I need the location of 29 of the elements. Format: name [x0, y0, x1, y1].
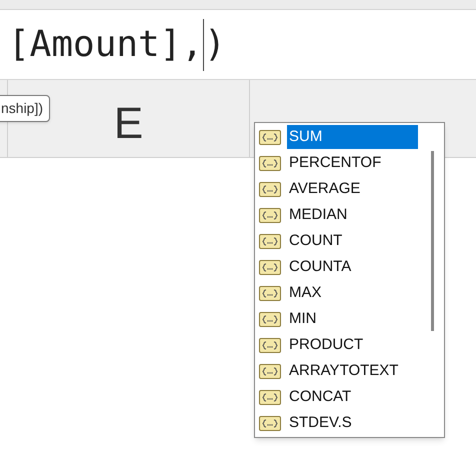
function-icon: [259, 390, 281, 404]
function-icon: [259, 416, 281, 430]
function-icon: [259, 286, 281, 300]
function-icon: [259, 338, 281, 352]
function-icon: [259, 260, 281, 274]
formula-text: ): [204, 22, 226, 66]
function-icon: [259, 156, 281, 170]
function-item[interactable]: COUNTA: [259, 254, 418, 280]
function-item[interactable]: MEDIAN: [259, 202, 418, 228]
function-item[interactable]: ARRAYTOTEXT: [259, 358, 418, 384]
function-icon: [259, 312, 281, 326]
function-item[interactable]: COUNT: [259, 228, 418, 254]
function-item[interactable]: PRODUCT: [259, 332, 418, 358]
function-item[interactable]: MIN: [259, 306, 418, 332]
function-icon: [259, 182, 281, 196]
function-item[interactable]: MAX: [259, 280, 418, 306]
function-item[interactable]: CONCAT: [259, 384, 418, 410]
function-item[interactable]: PERCENTOF: [259, 150, 418, 176]
function-icon: [259, 364, 281, 378]
scrollbar-thumb[interactable]: [431, 151, 434, 331]
function-icon: [259, 234, 281, 248]
formula-text: [Amount],: [8, 22, 204, 66]
column-header[interactable]: E: [114, 90, 144, 156]
text-cursor: [203, 18, 204, 70]
function-item[interactable]: STDEV.S: [259, 410, 418, 436]
function-icon: [259, 130, 281, 144]
function-item[interactable]: AVERAGE: [259, 176, 418, 202]
tooltip: nship]): [0, 95, 50, 122]
function-icon: [259, 208, 281, 222]
